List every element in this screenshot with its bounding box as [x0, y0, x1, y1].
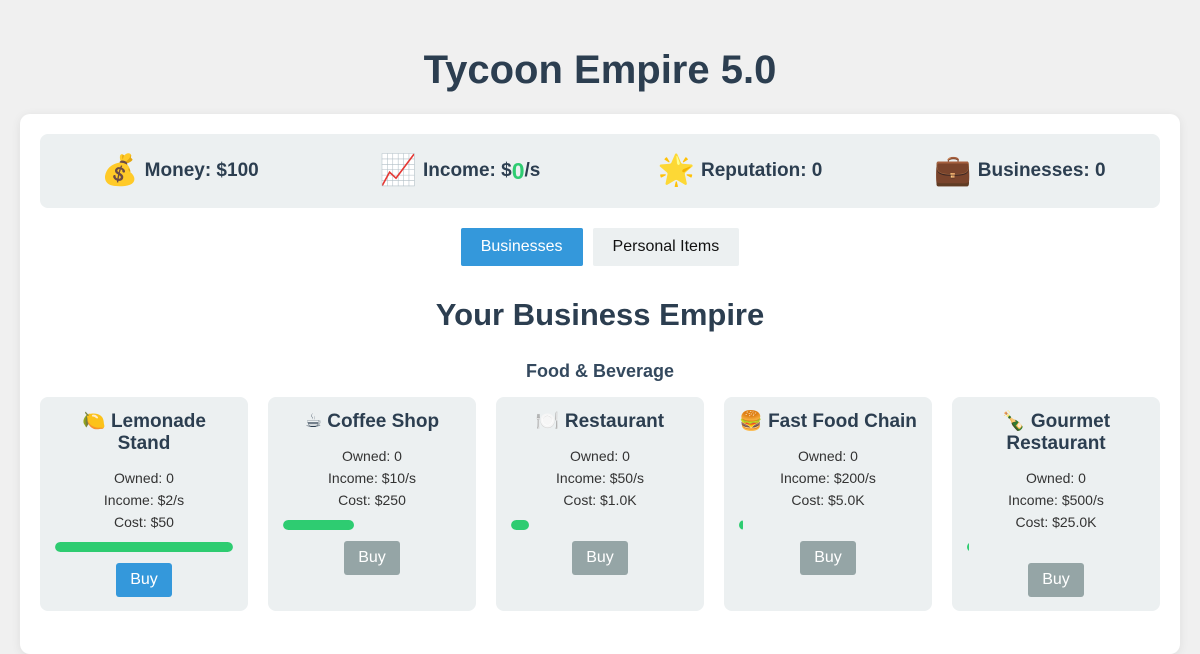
stats-bar: 💰 Money: $100 📈 Income: $0/s 🌟 Reputatio…: [40, 134, 1160, 208]
affordability-progress-bar: [55, 542, 233, 552]
cost: Cost: $250: [338, 492, 406, 508]
business-card: 🍽️ Restaurant Owned: 0 Income: $50/s Cos…: [496, 397, 704, 611]
reputation-stat: 🌟 Reputation: 0: [600, 156, 880, 186]
reputation-label: Reputation: 0: [700, 160, 823, 181]
buy-button[interactable]: Buy: [344, 541, 400, 575]
progress-fill: [55, 542, 233, 552]
business-title: 🍔 Fast Food Chain: [739, 411, 917, 433]
income-stat: 📈 Income: $0/s: [320, 156, 600, 186]
owned-count: Owned: 0: [114, 470, 174, 486]
game-panel: 💰 Money: $100 📈 Income: $0/s 🌟 Reputatio…: [20, 114, 1180, 654]
owned-count: Owned: 0: [570, 448, 630, 464]
businesses-stat: 💼 Businesses: 0: [880, 156, 1160, 186]
income-rate: Income: $500/s: [1008, 492, 1104, 508]
section-title: Your Business Empire: [435, 297, 765, 332]
income-prefix: Income: $: [423, 160, 512, 181]
business-title: 🍋 Lemonade Stand: [55, 411, 233, 455]
business-card: 🍾 Gourmet Restaurant Owned: 0 Income: $5…: [952, 397, 1160, 611]
affordability-progress-bar: [967, 542, 1145, 552]
business-name: Lemonade Stand: [110, 411, 206, 454]
tab-bar: Businesses Personal Items: [20, 228, 1180, 266]
plate-icon: 🍽️: [535, 411, 560, 432]
star-icon: 🌟: [657, 154, 695, 187]
burger-icon: 🍔: [739, 411, 763, 432]
income-rate: Income: $2/s: [103, 492, 185, 508]
cost: Cost: $1.0K: [563, 492, 637, 508]
cost: Cost: $50: [114, 514, 174, 530]
affordability-progress-bar: [739, 520, 917, 530]
progress-fill: [283, 520, 355, 530]
business-name: Restaurant: [564, 411, 665, 432]
money-bag-icon: 💰: [101, 154, 139, 187]
progress-fill: [967, 542, 969, 552]
business-title: 🍾 Gourmet Restaurant: [967, 411, 1145, 455]
affordability-progress-bar: [283, 520, 461, 530]
owned-count: Owned: 0: [1026, 470, 1086, 486]
affordability-progress-bar: [511, 520, 689, 530]
business-card-list: 🍋 Lemonade Stand Owned: 0 Income: $2/s C…: [40, 397, 1160, 611]
cost: Cost: $5.0K: [791, 492, 865, 508]
progress-fill: [739, 520, 743, 530]
money-stat: 💰 Money: $100: [40, 156, 320, 186]
business-name: Fast Food Chain: [768, 411, 917, 432]
cost: Cost: $25.0K: [1015, 514, 1097, 530]
business-card: ☕ Coffee Shop Owned: 0 Income: $10/s Cos…: [268, 397, 476, 611]
business-card: 🍔 Fast Food Chain Owned: 0 Income: $200/…: [724, 397, 932, 611]
buy-button[interactable]: Buy: [800, 541, 856, 575]
business-name: Coffee Shop: [327, 411, 440, 432]
owned-count: Owned: 0: [798, 448, 858, 464]
businesses-label: Businesses: 0: [977, 160, 1106, 181]
tab-businesses[interactable]: Businesses: [460, 228, 583, 266]
buy-button[interactable]: Buy: [1028, 563, 1084, 597]
champagne-icon: 🍾: [1001, 411, 1026, 432]
buy-button[interactable]: Buy: [116, 563, 172, 597]
business-title: 🍽️ Restaurant: [511, 411, 689, 433]
category-title: Food & Beverage: [525, 361, 675, 381]
income-rate: Income: $50/s: [556, 470, 644, 486]
income-suffix: /s: [524, 160, 541, 181]
business-title: ☕ Coffee Shop: [283, 411, 461, 433]
coffee-icon: ☕: [304, 411, 322, 432]
lemon-icon: 🍋: [82, 411, 106, 432]
money-label: Money: $100: [144, 160, 259, 181]
briefcase-icon: 💼: [934, 154, 972, 187]
business-card: 🍋 Lemonade Stand Owned: 0 Income: $2/s C…: [40, 397, 248, 611]
owned-count: Owned: 0: [342, 448, 402, 464]
income-value: 0: [511, 157, 525, 184]
income-rate: Income: $200/s: [780, 470, 876, 486]
app-title: Tycoon Empire 5.0: [423, 48, 777, 92]
tab-personal-items[interactable]: Personal Items: [592, 228, 740, 266]
progress-fill: [511, 520, 529, 530]
income-rate: Income: $10/s: [328, 470, 416, 486]
buy-button[interactable]: Buy: [572, 541, 628, 575]
chart-increasing-icon: 📈: [379, 154, 417, 187]
